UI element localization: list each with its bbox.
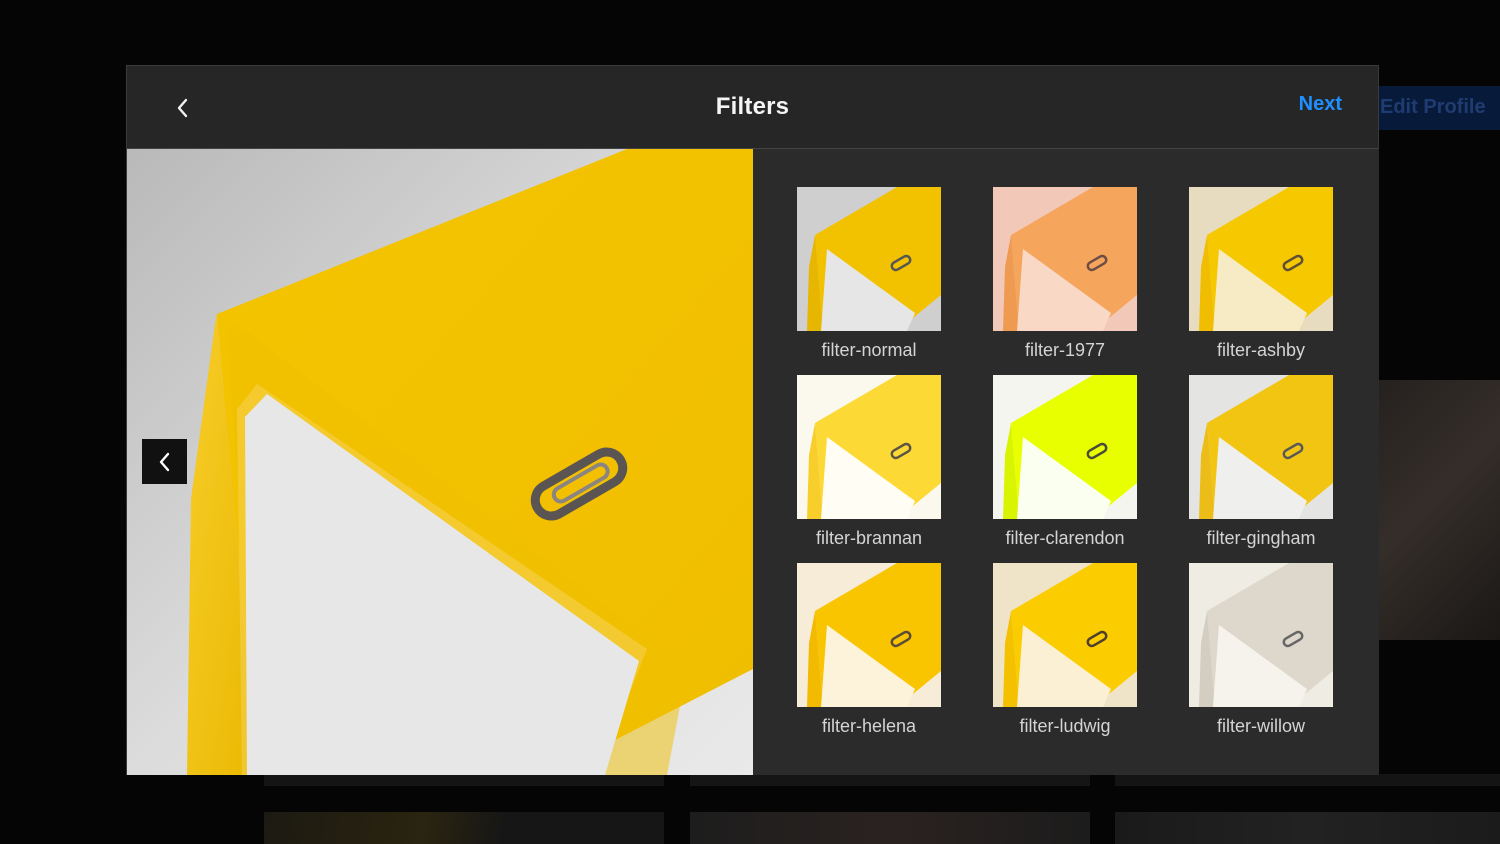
filter-thumbnail xyxy=(797,375,941,519)
filter-option-brannan[interactable]: filter-brannan xyxy=(797,375,941,563)
filter-label: filter-willow xyxy=(1216,716,1305,736)
background-photo xyxy=(1378,380,1500,640)
filter-thumbnail xyxy=(1189,375,1333,519)
filter-option-ashby[interactable]: filter-ashby xyxy=(1189,187,1333,375)
filter-option-clarendon[interactable]: filter-clarendon xyxy=(993,375,1137,563)
filters-modal: Filters Next filter-normal filter-1977 f… xyxy=(126,65,1379,775)
previous-image-button[interactable] xyxy=(142,439,187,484)
filter-label: filter-brannan xyxy=(815,528,923,548)
filter-thumbnail xyxy=(797,563,941,707)
filter-option-1977[interactable]: filter-1977 xyxy=(993,187,1137,375)
background-grid-tile xyxy=(1115,774,1500,786)
filter-grid: filter-normal filter-1977 filter-ashby f… xyxy=(797,187,1333,751)
filter-thumbnail xyxy=(993,187,1137,331)
chevron-left-icon xyxy=(159,452,169,471)
filter-option-gingham[interactable]: filter-gingham xyxy=(1189,375,1333,563)
modal-header: Filters Next xyxy=(127,66,1378,149)
background-grid-tile xyxy=(1115,812,1500,844)
chevron-left-icon xyxy=(177,98,188,118)
filter-thumbnail xyxy=(797,187,941,331)
filter-label: filter-normal xyxy=(821,340,917,360)
filter-label: filter-ludwig xyxy=(1019,716,1111,736)
filter-option-ludwig[interactable]: filter-ludwig xyxy=(993,563,1137,751)
filters-panel: filter-normal filter-1977 filter-ashby f… xyxy=(753,149,1379,775)
filter-label: filter-gingham xyxy=(1206,528,1316,548)
filter-label: filter-ashby xyxy=(1216,340,1306,360)
filter-thumbnail xyxy=(993,375,1137,519)
image-preview xyxy=(127,149,753,775)
filter-option-willow[interactable]: filter-willow xyxy=(1189,563,1333,751)
background-grid-tile xyxy=(690,774,1090,786)
edit-profile-button: Edit Profile xyxy=(1372,86,1500,130)
filter-label: filter-1977 xyxy=(1024,340,1106,360)
filter-option-normal[interactable]: filter-normal xyxy=(797,187,941,375)
preview-photo xyxy=(127,149,753,775)
next-button[interactable]: Next xyxy=(1299,93,1342,116)
filter-thumbnail xyxy=(1189,563,1333,707)
filter-thumbnail xyxy=(993,563,1137,707)
filter-thumbnail xyxy=(1189,187,1333,331)
filter-option-helena[interactable]: filter-helena xyxy=(797,563,941,751)
background-grid-tile xyxy=(264,774,664,786)
background-grid-tile xyxy=(690,812,1090,844)
back-button[interactable] xyxy=(167,88,199,128)
filter-label: filter-clarendon xyxy=(1005,528,1125,548)
modal-title: Filters xyxy=(715,93,790,120)
filter-label: filter-helena xyxy=(821,716,917,736)
background-grid-tile xyxy=(264,812,664,844)
